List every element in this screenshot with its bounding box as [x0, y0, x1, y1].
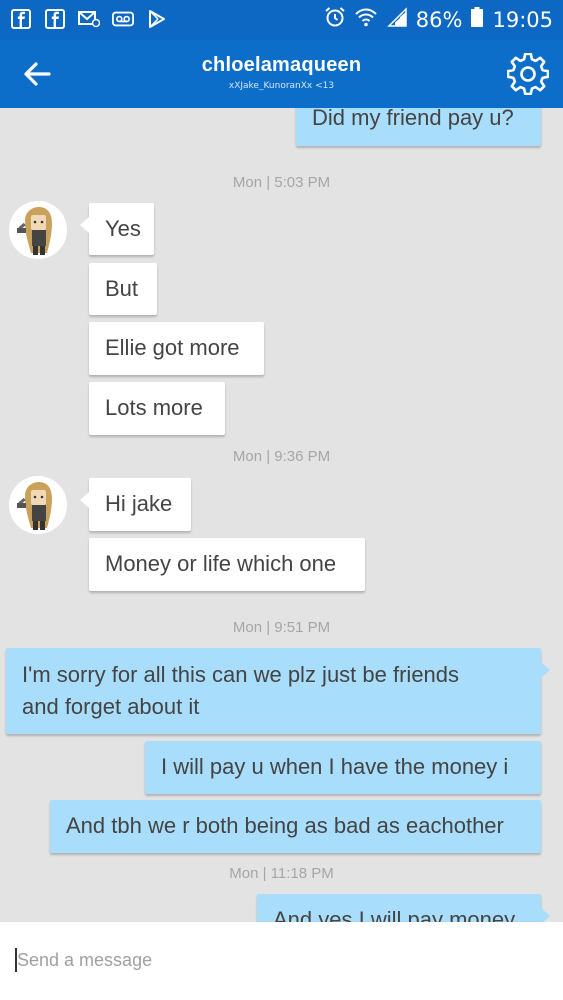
facebook-icon	[10, 8, 32, 30]
message-bubble-incoming: But	[89, 263, 157, 315]
message-bubble-outgoing: Did my friend pay u?	[296, 108, 541, 146]
message-text: Hi jake	[105, 491, 173, 516]
message-bubble-outgoing: And yes I will pay money	[257, 894, 550, 922]
message-timestamp: Mon | 9:51 PM	[232, 619, 331, 636]
avatar[interactable]	[9, 201, 67, 259]
message-text: I will pay u when I have the money i	[161, 754, 509, 779]
message-input[interactable]	[17, 946, 537, 974]
conversation-subtitle: xXJake_KunoranXx <13	[228, 81, 335, 91]
message-text: Did my friend pay u?	[312, 108, 514, 130]
message-text: And tbh we r both being as bad as eachot…	[66, 813, 504, 838]
wifi-icon	[354, 6, 378, 33]
signal-icon	[386, 6, 408, 33]
status-bar: 86% 19:05	[0, 0, 563, 40]
message-bubble-incoming: Yes	[80, 203, 154, 255]
message-bubble-incoming: Ellie got more	[89, 322, 264, 375]
message-text-line: I'm sorry for all this can we plz just b…	[22, 662, 460, 687]
message-bubble-outgoing: And tbh we r both being as bad as eachot…	[50, 800, 541, 853]
message-text: Money or life which one	[105, 551, 337, 576]
message-bubble-outgoing: I'm sorry for all this can we plz just b…	[6, 648, 550, 734]
message-list[interactable]: Did my friend pay u? Mon | 5:03 PM Yes B…	[0, 108, 563, 922]
voicemail-icon	[112, 8, 134, 30]
message-bubble-incoming: Lots more	[89, 382, 225, 435]
facebook-icon	[44, 8, 66, 30]
clock: 19:05	[492, 7, 553, 32]
app-header: chloelamaqueen xXJake_KunoranXx <13	[0, 40, 563, 108]
message-text: Lots more	[105, 395, 203, 420]
play-store-icon	[146, 8, 168, 30]
message-bubble-incoming: Money or life which one	[89, 538, 365, 591]
message-timestamp: Mon | 5:03 PM	[232, 174, 331, 191]
message-text: Ellie got more	[105, 335, 240, 360]
message-text: And yes I will pay money	[273, 907, 516, 922]
message-timestamp: Mon | 11:18 PM	[229, 865, 334, 882]
message-bubble-incoming: Hi jake	[80, 478, 191, 531]
message-bubble-outgoing: I will pay u when I have the money i	[145, 741, 541, 794]
settings-gear-icon[interactable]	[506, 52, 550, 96]
conversation-title: chloelamaqueen	[201, 54, 362, 76]
message-text: Yes	[105, 216, 141, 241]
avatar[interactable]	[9, 476, 67, 534]
message-text: But	[105, 276, 139, 301]
battery-icon	[470, 6, 484, 33]
battery-percent: 86%	[415, 7, 463, 32]
alarm-icon	[324, 6, 346, 33]
message-text-line: and forget about it	[22, 694, 200, 719]
email-icon	[78, 8, 100, 30]
message-timestamp: Mon | 9:36 PM	[232, 448, 331, 465]
message-composer	[0, 922, 563, 1000]
